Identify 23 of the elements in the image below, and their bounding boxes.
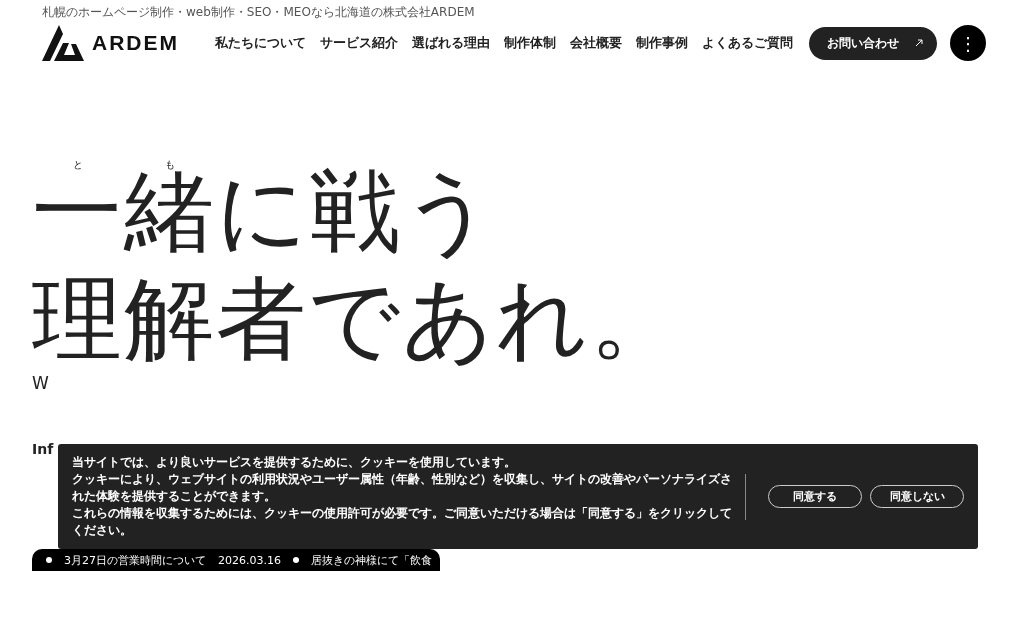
news-date: 2026.03.16 [218, 553, 281, 567]
nav-link[interactable]: サービス紹介 [320, 34, 398, 52]
bullet-icon [46, 557, 52, 563]
site-tagline: 札幌のホームページ制作・web制作・SEO・MEOなら北海道の株式会社ARDEM [42, 4, 476, 21]
nav-link[interactable]: よくあるご質問 [702, 34, 793, 52]
cookie-text: これらの情報を収集するためには、クッキーの使用許可が必要です。ご同意いただける場合は「同意する」をクリックしてください。 [72, 505, 733, 539]
nav-link[interactable]: 選ばれる理由 [412, 34, 490, 52]
cookie-text: クッキーにより、ウェブサイトの利用状況やユーザー属性（年齢、性別など）を収集し、サイトの改善やパーソナライズされた体験を提供することができます。 [72, 471, 733, 505]
arrow-icon [915, 39, 923, 47]
info-label: Inf [32, 441, 55, 457]
hero-subtitle: W [32, 373, 50, 393]
menu-button[interactable]: ⋮ [950, 25, 986, 61]
nav-link[interactable]: 私たちについて [215, 34, 306, 52]
cookie-text: 当サイトでは、より良いサービスを提供するために、クッキーを使用しています。 [72, 454, 517, 471]
nav-link[interactable]: 制作事例 [636, 34, 688, 52]
nav-link[interactable]: 会社概要 [570, 34, 622, 52]
contact-button[interactable]: お問い合わせ [809, 26, 937, 60]
bullet-icon [293, 557, 299, 563]
nav-link[interactable]: 制作体制 [504, 34, 556, 52]
news-title[interactable]: 居抜きの神様にて「飲食 [311, 552, 432, 568]
logo-mark-icon [42, 25, 84, 61]
news-title[interactable]: 3月27日の営業時間について [64, 552, 206, 568]
logo-wordmark[interactable]: ARDEM [92, 31, 179, 55]
